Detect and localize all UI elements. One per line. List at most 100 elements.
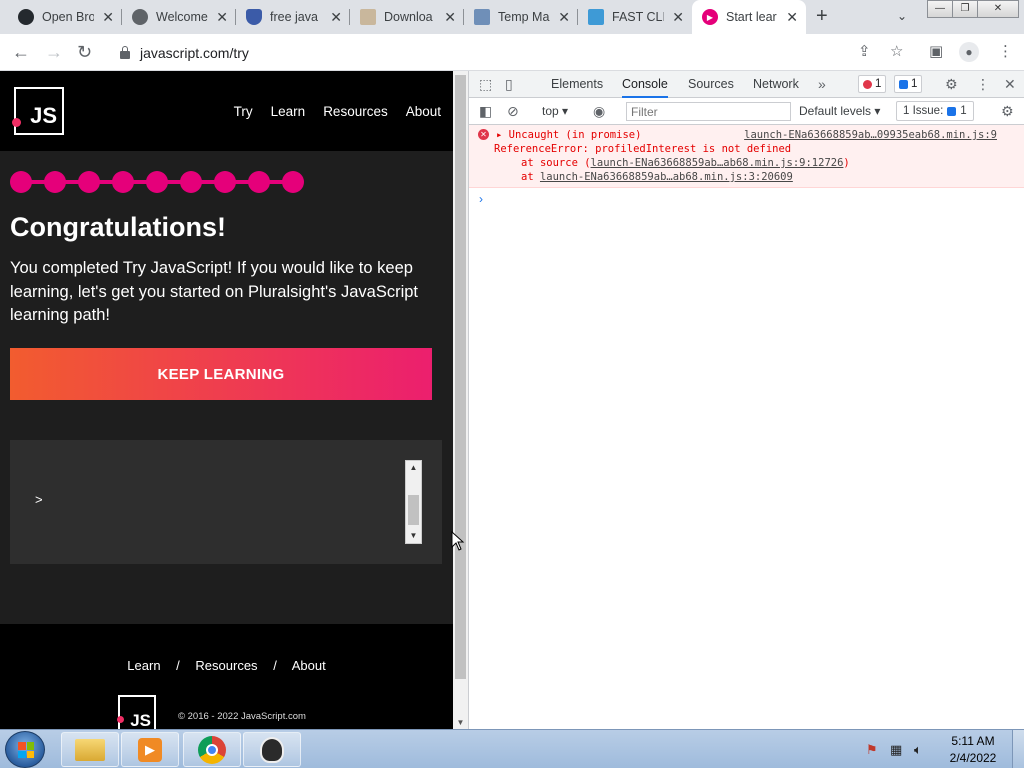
stack-frame-link[interactable]: launch-ENa63668859ab…ab68.min.js:3:20609 [540, 171, 793, 183]
action-center-flag-icon[interactable]: ⚑ [866, 742, 878, 758]
device-toolbar-icon[interactable]: ▯ [505, 76, 513, 92]
close-icon[interactable]: ✕ [102, 9, 114, 25]
inspect-element-icon[interactable]: ⬚ [479, 76, 492, 92]
globe-icon [132, 9, 148, 25]
system-clock[interactable]: 5:11 AM 2/4/2022 [944, 733, 1002, 767]
browser-tab[interactable]: Temp Ma ✕ [464, 0, 578, 34]
footer-logo[interactable]: JS [117, 695, 156, 729]
profile-icon[interactable]: ● [959, 42, 979, 62]
context-selector[interactable]: top ▾ [542, 104, 568, 118]
tab-search-button[interactable]: ⌄ [897, 9, 907, 23]
close-icon[interactable]: ✕ [558, 9, 570, 25]
back-button[interactable]: ← [12, 42, 30, 62]
sidebar-toggle-icon[interactable]: ◧ [479, 103, 492, 119]
stack-frame: at source (launch-ENa63668859ab…ab68.min… [521, 156, 850, 171]
scroll-down-icon[interactable]: ▼ [406, 529, 421, 543]
windows-logo-icon [18, 742, 34, 758]
tab-network[interactable]: Network [753, 77, 799, 91]
minimize-button[interactable]: — [927, 0, 953, 18]
error-icon: ✕ [478, 129, 489, 140]
chrome-logo [198, 735, 226, 764]
console-settings-gear-icon[interactable]: ⚙ [1001, 103, 1014, 119]
nav-link-about[interactable]: About [406, 104, 441, 119]
console-scrollbar[interactable]: ▲ ▼ [405, 460, 422, 544]
tab-sources[interactable]: Sources [688, 77, 734, 91]
browser-tab[interactable]: Welcome ✕ [122, 0, 236, 34]
browser-tab[interactable]: Open Bro ✕ [8, 0, 122, 34]
address-bar[interactable]: javascript.com/try [108, 38, 918, 67]
new-tab-button[interactable]: + [816, 5, 828, 28]
clear-console-icon[interactable]: ⊘ [507, 103, 519, 119]
close-icon[interactable]: ✕ [672, 9, 684, 25]
error-summary[interactable]: ▸ Uncaught (in promise) [496, 128, 641, 143]
close-icon[interactable]: ✕ [444, 9, 456, 25]
share-icon[interactable]: ⇪ [858, 44, 871, 60]
footer-link-resources[interactable]: Resources [195, 658, 257, 673]
nav-link-resources[interactable]: Resources [323, 104, 388, 119]
message-count: 1 [911, 78, 918, 90]
scroll-thumb[interactable] [408, 495, 419, 525]
site-logo[interactable]: JS [12, 87, 64, 135]
issues-label: 1 Issue: [903, 105, 944, 117]
message-count-badge[interactable]: 1 [894, 75, 923, 93]
footer-link-learn[interactable]: Learn [127, 658, 160, 673]
console-error-message[interactable]: ✕ ▸ Uncaught (in promise) launch-ENa6366… [469, 125, 1024, 188]
more-tabs-icon[interactable]: » [818, 76, 826, 92]
volume-icon[interactable]: 🔈︎ [914, 742, 922, 758]
menu-icon[interactable]: ⋮ [998, 44, 1013, 60]
tab-title: Welcome [156, 10, 208, 24]
penguin-app-icon[interactable] [243, 732, 301, 767]
live-expression-eye-icon[interactable]: ◉ [593, 103, 605, 119]
error-icon [863, 79, 872, 89]
file-explorer-icon[interactable] [61, 732, 119, 767]
side-panel-icon[interactable]: ▣ [929, 44, 943, 60]
nav-link-learn[interactable]: Learn [271, 104, 306, 119]
console-input-prompt[interactable]: › [479, 192, 483, 206]
network-icon[interactable]: ▦ [890, 742, 902, 758]
chrome-icon[interactable] [183, 732, 241, 767]
browser-tab-active[interactable]: ▶ Start lear ✕ [692, 0, 806, 34]
tab-console[interactable]: Console [622, 71, 668, 98]
issues-button[interactable]: 1 Issue: 1 [896, 101, 974, 121]
error-detail: ReferenceError: profiledInterest is not … [494, 143, 792, 155]
error-count-badge[interactable]: 1 [858, 75, 887, 93]
lock-icon[interactable] [120, 45, 130, 59]
scroll-up-icon[interactable]: ▲ [406, 461, 421, 475]
lesson-progress [10, 171, 304, 193]
forward-button[interactable]: → [45, 42, 63, 62]
stack-frame-link[interactable]: launch-ENa63668859ab…ab68.min.js:9:12726 [591, 157, 844, 169]
error-source-link[interactable]: launch-ENa63668859ab…09935eab68.min.js:9 [744, 128, 997, 143]
logo-dot [12, 118, 21, 127]
nav-link-try[interactable]: Try [234, 104, 253, 119]
maximize-button[interactable]: ❐ [952, 0, 978, 18]
reload-button[interactable]: ↻ [77, 42, 92, 62]
close-devtools-icon[interactable]: ✕ [1004, 76, 1016, 92]
bookmark-star-icon[interactable]: ☆ [890, 44, 903, 60]
scroll-down-icon[interactable]: ▼ [453, 718, 468, 727]
close-icon[interactable]: ✕ [786, 9, 798, 25]
page-scrollbar[interactable]: ▼ [453, 71, 468, 729]
media-player-icon[interactable]: ▶ [121, 732, 179, 767]
log-levels-dropdown[interactable]: Default levels ▾ [799, 104, 880, 118]
settings-gear-icon[interactable]: ⚙ [945, 76, 958, 92]
browser-tab[interactable]: free java ✕ [236, 0, 350, 34]
logo-text: JS [130, 711, 151, 729]
keep-learning-button[interactable]: KEEP LEARNING [10, 348, 432, 400]
code-console[interactable]: > ▲ ▼ [10, 440, 442, 564]
browser-tab[interactable]: Downloa ✕ [350, 0, 464, 34]
close-icon[interactable]: ✕ [216, 9, 228, 25]
pluralsight-icon: ▶ [702, 9, 718, 25]
page-scroll-thumb[interactable] [455, 75, 466, 679]
close-icon[interactable]: ✕ [330, 9, 342, 25]
tab-elements[interactable]: Elements [551, 77, 603, 91]
stack-frame-prefix: at [521, 171, 540, 183]
tab-title: Start lear [726, 10, 777, 24]
window-close-button[interactable]: ✕ [977, 0, 1019, 18]
footer-link-about[interactable]: About [292, 658, 326, 673]
console-filter-input[interactable] [626, 102, 791, 121]
show-desktop-button[interactable] [1012, 730, 1024, 768]
start-button[interactable] [5, 731, 45, 768]
mouse-cursor-icon [451, 531, 465, 551]
devtools-menu-icon[interactable]: ⋮ [976, 76, 990, 92]
browser-tab[interactable]: FAST CLI ✕ [578, 0, 692, 34]
